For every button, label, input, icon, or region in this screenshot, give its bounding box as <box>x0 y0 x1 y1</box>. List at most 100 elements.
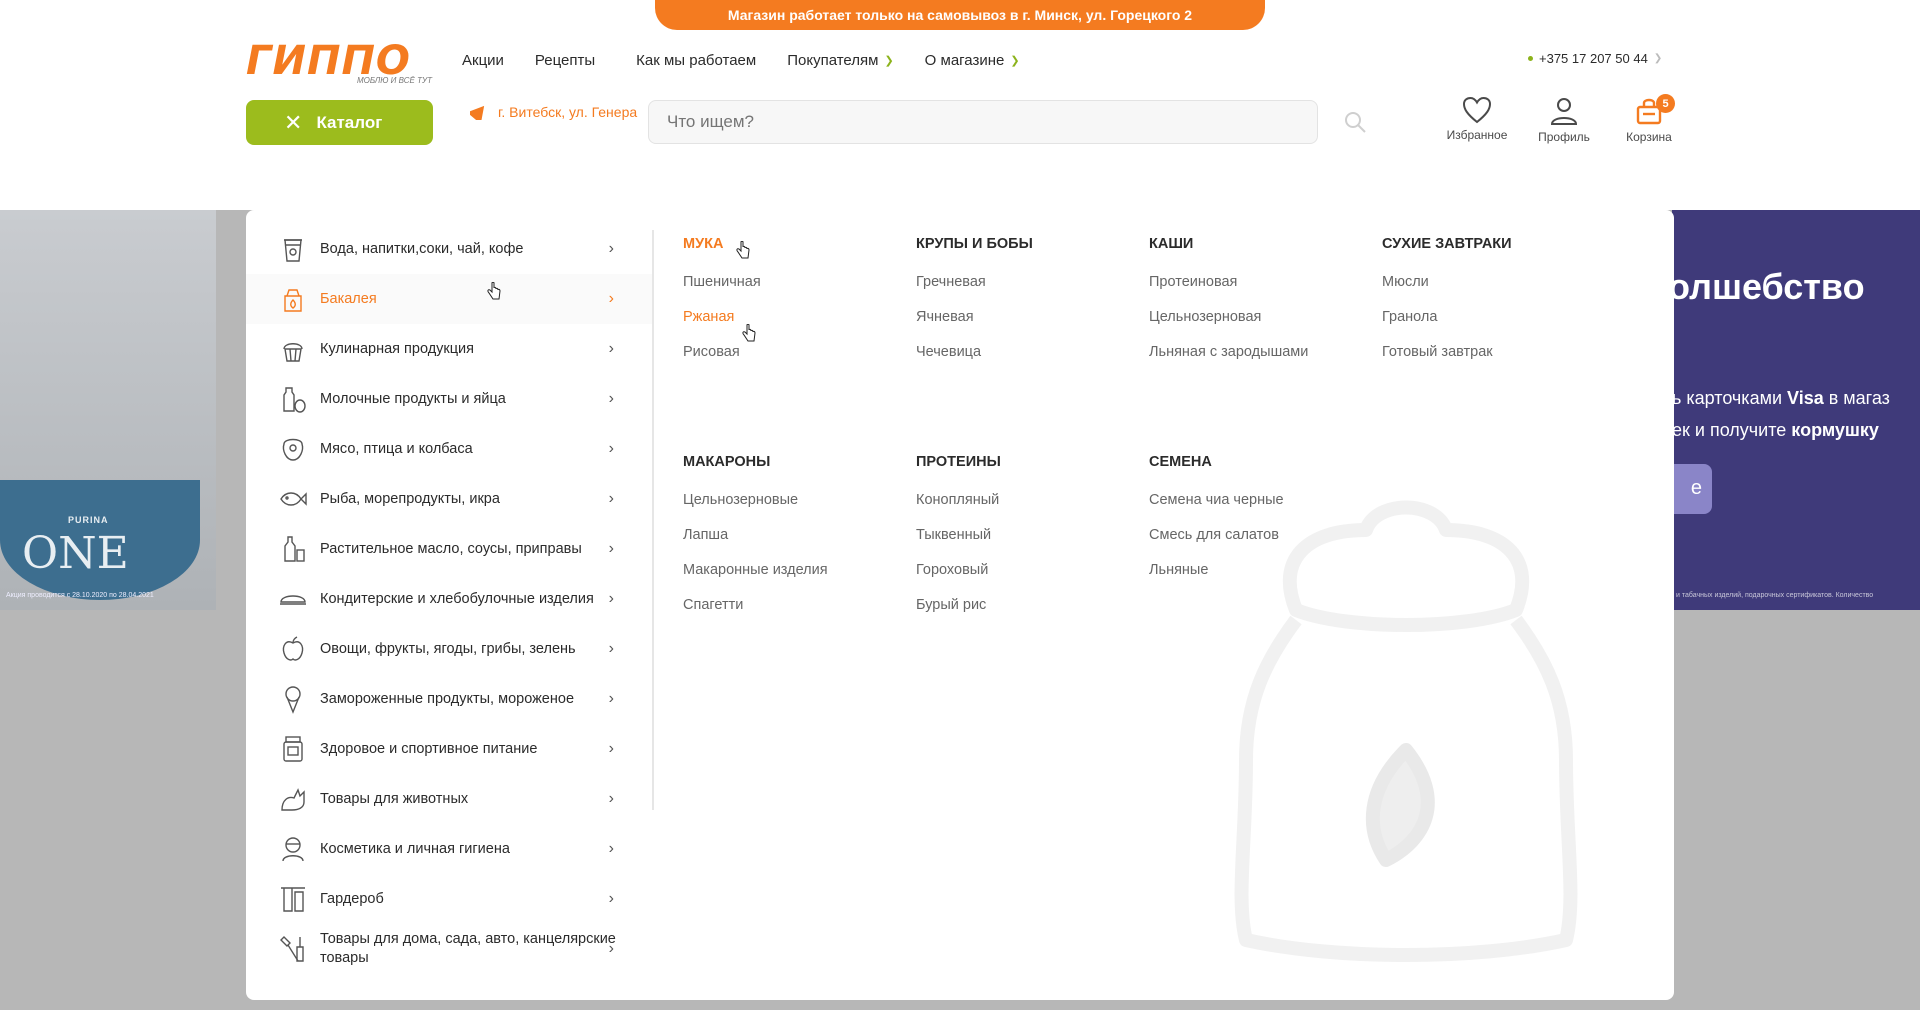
subcategory-link[interactable]: Бурый рис <box>916 597 1001 613</box>
chevron-right-icon: › <box>608 590 614 607</box>
category-item[interactable]: Овощи, фрукты, ягоды, грибы, зелень › <box>246 624 654 674</box>
category-label: Рыба, морепродукты, икра <box>320 490 500 507</box>
category-label: Бакалея <box>320 290 377 307</box>
chevron-down-icon: ❯ <box>1010 55 1020 67</box>
subcategory-link[interactable]: Тыквенный <box>916 527 1001 543</box>
nav-item-customers[interactable]: Покупателям ❯ <box>787 52 893 69</box>
subcategory-link[interactable]: Лапша <box>683 527 828 543</box>
promo-button[interactable]: е <box>1672 464 1712 514</box>
apple-icon <box>282 636 304 661</box>
hand-cursor-icon <box>742 324 756 342</box>
catalog-mega-menu: Вода, напитки,соки, чай, кофе › Бакалея … <box>246 210 1674 1000</box>
subcategory-link[interactable]: Макаронные изделия <box>683 562 828 578</box>
store-notice-text: Магазин работает только на самовывоз в г… <box>727 7 1193 23</box>
chevron-right-icon: › <box>608 290 614 307</box>
cat-icon <box>281 788 305 811</box>
promo-banner-left[interactable]: PURINA ONE Акция проводится с 28.10.2020… <box>0 210 216 610</box>
subcategory-link[interactable]: Пшеничная <box>683 274 761 290</box>
category-label: Растительное масло, соусы, приправы <box>320 540 582 557</box>
subcategory-link[interactable]: Готовый завтрак <box>1382 344 1512 360</box>
subcategory-link[interactable]: Рисовая <box>683 344 761 360</box>
chevron-right-icon: › <box>608 740 614 757</box>
subcategory-title[interactable]: ПРОТЕИНЫ <box>916 454 1001 470</box>
store-notice-banner: Магазин работает только на самовывоз в г… <box>655 0 1265 30</box>
catalog-button[interactable]: ✕ Каталог <box>246 100 433 145</box>
fish-icon <box>280 492 307 506</box>
subcategory-link[interactable]: Мюсли <box>1382 274 1512 290</box>
nav-item-about[interactable]: О магазине ❯ <box>925 52 1020 69</box>
cart-link[interactable]: 5 Корзина <box>1609 94 1689 144</box>
promo-line-2: ек и получите кормушку <box>1672 420 1879 441</box>
category-item[interactable]: Кулинарная продукция › <box>246 324 654 374</box>
cart-label: Корзина <box>1626 130 1672 144</box>
subcategory-group: КАШИ Протеиновая Цельнозерновая Льняная … <box>1149 236 1308 379</box>
category-item[interactable]: Товары для дома, сада, авто, канцелярски… <box>246 924 654 974</box>
subcategory-link[interactable]: Протеиновая <box>1149 274 1308 290</box>
subcategory-link[interactable]: Гречневая <box>916 274 1033 290</box>
subcategory-title[interactable]: КРУПЫ И БОБЫ <box>916 236 1033 252</box>
category-item[interactable]: Замороженные продукты, мороженое › <box>246 674 654 724</box>
search-input[interactable] <box>648 100 1318 144</box>
category-label: Кулинарная продукция <box>320 340 474 357</box>
milk-icon <box>283 387 306 413</box>
subcategory-link[interactable]: Ржаная <box>683 309 761 325</box>
promo-text: в магаз <box>1823 388 1890 408</box>
category-item[interactable]: Кондитерские и хлебобулочные изделия › <box>246 574 654 624</box>
location-selector[interactable]: г. Витебск, ул. Генера <box>470 104 650 120</box>
site-logo[interactable]: ГИППО МОБЛЮ И ВСЁ ТУТ <box>246 40 436 88</box>
search-icon[interactable] <box>1343 110 1367 134</box>
subcategory-link[interactable]: Гороховый <box>916 562 1001 578</box>
subcategory-link[interactable]: Цельнозерновые <box>683 492 828 508</box>
category-item[interactable]: Здоровое и спортивное питание › <box>246 724 654 774</box>
promo-banner-right[interactable]: олшебство ь карточками Visa в магаз ек и… <box>1672 210 1920 610</box>
category-item[interactable]: Товары для животных › <box>246 774 654 824</box>
subcategory-link[interactable]: Ячневая <box>916 309 1033 325</box>
category-item[interactable]: Гардероб › <box>246 874 654 924</box>
promo-line-1: ь карточками Visa в магаз <box>1672 388 1890 409</box>
category-item[interactable]: Вода, напитки,соки, чай, кофе › <box>246 224 654 274</box>
subcategory-link[interactable]: Спагетти <box>683 597 828 613</box>
main-nav: Акции Рецепты Как мы работаем Покупателя… <box>462 52 1051 69</box>
category-item[interactable]: Молочные продукты и яйца › <box>246 374 654 424</box>
ice-cream-icon <box>285 686 301 714</box>
nav-label: Акции <box>462 52 504 69</box>
category-label: Замороженные продукты, мороженое <box>320 690 575 707</box>
subcategory-title[interactable]: СУХИЕ ЗАВТРАКИ <box>1382 236 1512 252</box>
location-arrow-icon <box>470 104 492 120</box>
phone-number: +375 17 207 50 44 <box>1539 51 1648 66</box>
category-item[interactable]: Косметика и личная гигиена › <box>246 824 654 874</box>
subcategory-title[interactable]: СЕМЕНА <box>1149 454 1284 470</box>
category-label: Мясо, птица и колбаса <box>320 440 473 457</box>
chevron-right-icon: › <box>608 940 614 957</box>
heart-icon <box>1462 96 1492 124</box>
category-item[interactable]: Рыба, морепродукты, икра › <box>246 474 654 524</box>
category-label: Вода, напитки,соки, чай, кофе <box>320 240 524 257</box>
promo-text-bold: кормушку <box>1791 420 1879 440</box>
category-item[interactable]: Растительное масло, соусы, приправы › <box>246 524 654 574</box>
subcategory-link[interactable]: Цельнозерновая <box>1149 309 1308 325</box>
phone-selector[interactable]: +375 17 207 50 44 ❯ <box>1528 51 1662 66</box>
category-label: Молочные продукты и яйца <box>320 390 506 407</box>
chevron-right-icon: › <box>608 790 614 807</box>
subcategory-title[interactable]: МАКАРОНЫ <box>683 454 828 470</box>
nav-item-promotions[interactable]: Акции <box>462 52 504 69</box>
favorites-link[interactable]: Избранное <box>1437 96 1517 142</box>
subcategory-link[interactable]: Гранола <box>1382 309 1512 325</box>
location-text: г. Витебск, ул. Генера <box>498 104 638 120</box>
close-icon: ✕ <box>284 109 303 135</box>
nav-item-how-we-work[interactable]: Как мы работаем <box>636 52 756 69</box>
subcategory-link[interactable]: Чечевица <box>916 344 1033 360</box>
category-item[interactable]: Мясо, птица и колбаса › <box>246 424 654 474</box>
promo-text: ь карточками <box>1672 388 1788 408</box>
category-item-active[interactable]: Бакалея › <box>246 274 654 324</box>
subcategory-group: КРУПЫ И БОБЫ Гречневая Ячневая Чечевица <box>916 236 1033 379</box>
chevron-right-icon: › <box>608 640 614 657</box>
promo-brand: PURINA <box>68 515 109 525</box>
nav-label: Рецепты <box>534 52 596 69</box>
category-label: Косметика и личная гигиена <box>320 840 510 857</box>
subcategory-title[interactable]: КАШИ <box>1149 236 1308 252</box>
profile-link[interactable]: Профиль <box>1524 96 1604 144</box>
subcategory-link[interactable]: Конопляный <box>916 492 1001 508</box>
subcategory-link[interactable]: Льняная с зародышами <box>1149 344 1308 360</box>
nav-item-recipes[interactable]: Рецепты <box>535 52 595 69</box>
